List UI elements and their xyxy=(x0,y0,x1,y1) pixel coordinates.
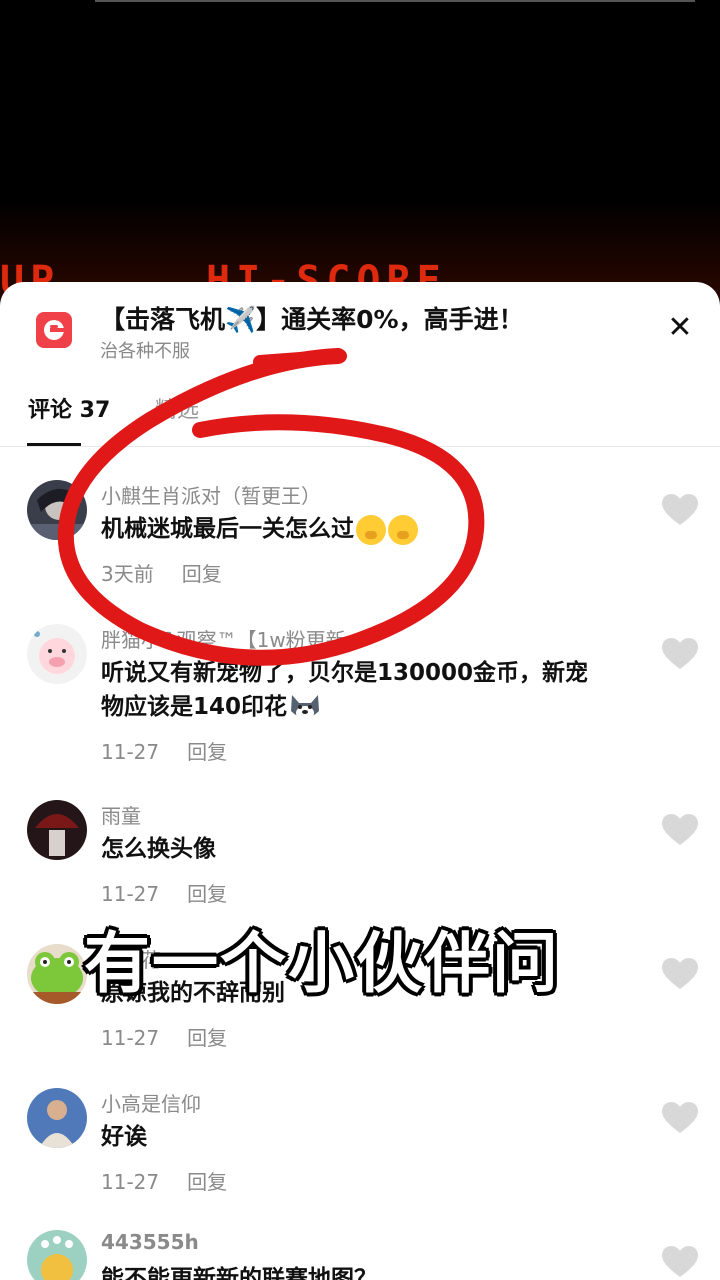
avatar-image xyxy=(27,944,87,1004)
comment-text: 机械迷城最后一关怎么过 xyxy=(101,512,646,546)
comment-text-line: 物应该是140印花 xyxy=(101,690,646,724)
comment-text: 好诶 xyxy=(101,1124,147,1150)
sheet-subtitle: 治各种不服 xyxy=(100,341,190,362)
reply-button[interactable]: 回复 xyxy=(187,882,227,906)
comment-time: 11-27 xyxy=(101,882,160,906)
reply-button[interactable]: 回复 xyxy=(187,1170,227,1194)
overlay-caption: 有一个小伙伴问 xyxy=(84,925,560,1002)
comment-text: 怎么换头像 xyxy=(101,836,216,862)
avatar-image xyxy=(27,800,87,860)
avatar-image xyxy=(27,624,87,684)
comment-author[interactable]: 胖猫小&观察™【1w粉更新 xyxy=(101,624,346,653)
reply-button[interactable]: 回复 xyxy=(187,740,227,764)
comment-text-content: 机械迷城最后一关怎么过 xyxy=(101,516,354,542)
tab-bar: 评论 37 精选 xyxy=(0,382,720,447)
comment-author[interactable]: 小麒生肖派对（暂更王） xyxy=(101,480,321,509)
comment-meta: 11-27 回复 xyxy=(101,736,227,765)
comment-time: 11-27 xyxy=(101,1170,160,1194)
reply-button[interactable]: 回复 xyxy=(182,562,222,586)
like-heart-icon[interactable] xyxy=(662,638,698,670)
tab-comments[interactable]: 评论 37 xyxy=(28,392,110,424)
avatar[interactable] xyxy=(27,944,87,1004)
comment-meta: 11-27 回复 xyxy=(101,878,227,907)
close-icon: ✕ xyxy=(667,310,693,345)
avatar[interactable] xyxy=(27,480,87,540)
close-button[interactable]: ✕ xyxy=(660,308,700,348)
comments-sheet: 【击落飞机✈️】通关率0%，高手进！ 治各种不服 ✕ 评论 37 精选 小麒生肖… xyxy=(0,282,720,1280)
game-top-line xyxy=(95,0,695,2)
comment-author[interactable]: 小高是信仰 xyxy=(101,1088,201,1117)
avatar[interactable] xyxy=(27,1088,87,1148)
comment-meta: 11-27 回复 xyxy=(101,1022,227,1051)
comment-time: 11-27 xyxy=(101,1026,160,1050)
comment-text: 听说又有新宠物了，贝尔是130000金币，新宠 物应该是140印花 xyxy=(101,656,646,724)
avatar-image xyxy=(27,1088,87,1148)
like-heart-icon[interactable] xyxy=(662,958,698,990)
avatar-image xyxy=(27,480,87,540)
comment-text: 能不能更新新的联赛地图？ xyxy=(101,1266,377,1280)
game-background: UP HI-SCORE xyxy=(0,0,720,304)
tab-other[interactable]: 精选 xyxy=(155,392,199,424)
avatar-image xyxy=(27,1230,87,1280)
avatar[interactable] xyxy=(27,800,87,860)
like-heart-icon[interactable] xyxy=(662,1246,698,1278)
sheet-title: 【击落飞机✈️】通关率0%，高手进！ xyxy=(100,305,524,334)
comment-text-content: 物应该是140印花 xyxy=(101,694,288,720)
like-heart-icon[interactable] xyxy=(662,1102,698,1134)
comment-time: 11-27 xyxy=(101,740,160,764)
pleading-face-icon xyxy=(356,514,386,545)
pleading-face-icon xyxy=(388,514,418,545)
like-heart-icon[interactable] xyxy=(662,814,698,846)
comment-meta: 3天前 回复 xyxy=(101,558,222,587)
avatar[interactable] xyxy=(27,624,87,684)
comment-author[interactable]: 443555h xyxy=(101,1230,199,1254)
comment-text-line: 听说又有新宠物了，贝尔是130000金币，新宠 xyxy=(101,660,589,686)
comment-author[interactable]: 雨童 xyxy=(101,800,141,829)
avatar[interactable] xyxy=(27,1230,87,1280)
comment-time: 3天前 xyxy=(101,562,154,586)
tab-active-underline xyxy=(27,443,81,446)
like-heart-icon[interactable] xyxy=(662,494,698,526)
husky-face-icon xyxy=(291,694,320,720)
app-logo-icon xyxy=(36,312,72,348)
comment-meta: 11-27 回复 xyxy=(101,1166,227,1195)
reply-button[interactable]: 回复 xyxy=(187,1026,227,1050)
